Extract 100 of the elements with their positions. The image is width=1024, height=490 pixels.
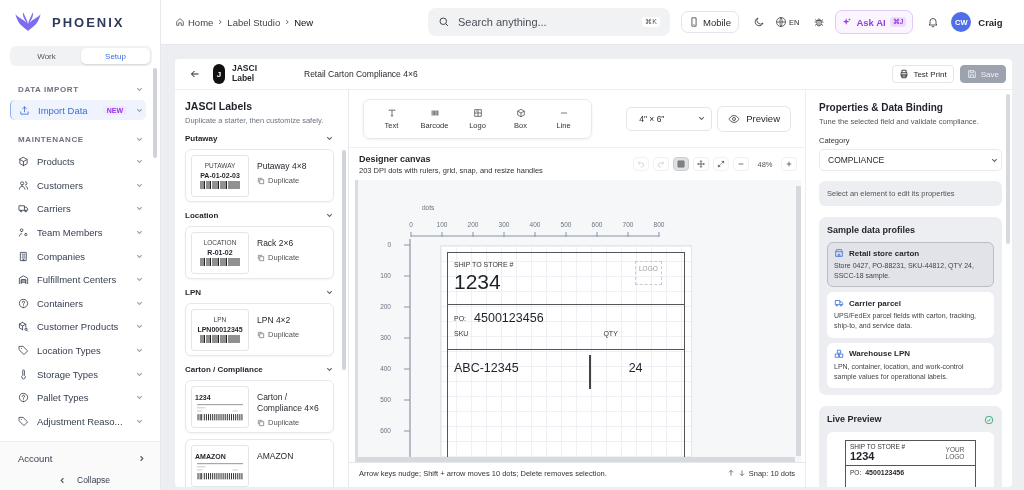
bug-icon[interactable]: [813, 16, 826, 28]
nav-label: Storage Types: [37, 368, 100, 380]
nav-item[interactable]: Adjustment Reaso...: [10, 409, 146, 434]
tag-icon: [18, 345, 29, 357]
redo-icon: [657, 160, 665, 168]
nav-item[interactable]: Fulfillment Centers: [10, 267, 146, 292]
printer-icon: [899, 69, 910, 79]
profile-name: Carrier parcel: [849, 298, 902, 308]
fit-button[interactable]: [713, 157, 729, 171]
app-name: JASCI Label: [232, 64, 259, 84]
scrollbar-thumb[interactable]: [796, 186, 801, 456]
template-name: Carton / Compliance 4×6: [257, 392, 320, 415]
upload-icon: [19, 104, 30, 116]
profile-name: Retail store carton: [849, 248, 920, 258]
arrow-up-icon: [726, 469, 735, 477]
template-name: Rack 2×6: [257, 238, 295, 250]
barcode-icon: [200, 334, 240, 343]
section-title: Sample data profiles: [827, 225, 917, 235]
test-print-button[interactable]: Test Print: [892, 65, 954, 83]
bell-icon[interactable]: [927, 16, 940, 28]
cube-icon: [18, 156, 29, 168]
group-heading: LPN: [185, 287, 201, 297]
document-title: Retail Carton Compliance 4×6: [304, 69, 418, 79]
barcode-icon: [197, 402, 243, 421]
barcode-icon: [200, 257, 240, 266]
copy-icon: [257, 330, 265, 339]
boxes-icon: [834, 348, 844, 359]
nav-item[interactable]: Carriers: [10, 197, 146, 221]
breadcrumb-link[interactable]: New: [294, 16, 314, 28]
chevron-right-icon: [137, 453, 146, 463]
group-heading: Putaway: [185, 133, 218, 143]
group-heading: Location: [185, 210, 219, 220]
breadcrumb-link[interactable]: Label Studio: [227, 16, 281, 28]
nav-item[interactable]: Location Types: [10, 338, 146, 363]
scrollbar-thumb[interactable]: [342, 150, 346, 370]
nav-label: Carriers: [37, 203, 72, 215]
grid-icon: [677, 160, 685, 168]
scrollbar-thumb[interactable]: [153, 68, 157, 158]
back-arrow-icon[interactable]: [189, 68, 201, 80]
breadcrumb-link[interactable]: Home: [188, 16, 214, 28]
warehouse-icon: [18, 274, 29, 286]
sidebar-tab[interactable]: Work: [12, 48, 81, 64]
size-select[interactable]: 4" × 6": [626, 106, 713, 131]
copy-icon: [257, 253, 265, 262]
quantity-value[interactable]: 24: [628, 361, 643, 375]
nav-label: Companies: [37, 250, 87, 262]
mobile-button[interactable]: Mobile: [681, 11, 739, 33]
zoom-out-button[interactable]: [733, 157, 749, 171]
nav-item[interactable]: Customers: [10, 173, 146, 198]
grid-toggle[interactable]: [673, 157, 689, 171]
nav-item[interactable]: Pallet Types: [10, 385, 146, 410]
cube-icon: [515, 107, 526, 118]
scrollbar-thumb[interactable]: [358, 457, 795, 462]
store-number[interactable]: 1234: [454, 270, 514, 294]
collapse-button[interactable]: Collapse: [58, 472, 111, 488]
expand-icon: [717, 160, 725, 168]
section-title: Live Preview: [827, 413, 882, 424]
app-badge: J: [213, 64, 225, 84]
undo-icon: [637, 160, 645, 168]
sidebar-tab[interactable]: Setup: [81, 48, 150, 64]
account-label: Account: [18, 452, 53, 464]
cubes-icon: [18, 321, 29, 333]
image-icon: [472, 107, 483, 118]
building-icon: [18, 250, 29, 262]
group-heading: Carton / Compliance: [185, 364, 263, 374]
copy-icon: [257, 418, 265, 427]
plus-icon: [785, 160, 793, 168]
nav-label: Import Data: [38, 104, 89, 116]
users-icon: [18, 179, 29, 191]
vertical-line[interactable]: [588, 355, 591, 389]
barcode-icon: [197, 461, 243, 480]
sku-value[interactable]: ABC-12345: [454, 361, 519, 375]
nav-label: Location Types: [37, 345, 102, 357]
section-heading: MAINTENANCE: [18, 134, 84, 144]
zoom-in-button[interactable]: [781, 157, 797, 171]
truck-icon: [18, 203, 29, 215]
nav-item[interactable]: Storage Types: [10, 362, 146, 386]
section-heading: DATA IMPORT: [18, 84, 79, 94]
nav-label: Team Members: [37, 227, 104, 239]
nav-item[interactable]: Containers: [10, 291, 146, 316]
move-button[interactable]: [693, 157, 709, 171]
nav-item[interactable]: Customer Products: [10, 315, 146, 339]
preview-button[interactable]: Preview: [717, 105, 791, 132]
nav-item[interactable]: Team Members: [10, 220, 146, 245]
nav-label: Customers: [37, 179, 84, 191]
nav-item[interactable]: Companies: [10, 244, 146, 268]
canvas-title: Designer canvas: [359, 153, 432, 164]
moon-icon[interactable]: [753, 16, 765, 28]
category-select[interactable]: COMPLIANCE: [819, 149, 1002, 171]
home-icon[interactable]: [175, 17, 185, 27]
scrollbar-thumb[interactable]: [1006, 94, 1010, 244]
template-name: Putaway 4×8: [257, 161, 307, 173]
chevron-right-icon: [216, 18, 225, 26]
chevron-right-icon: [283, 18, 292, 26]
chevron-down-icon: [697, 114, 707, 123]
po-number[interactable]: 4500123456: [474, 311, 544, 325]
nav-item[interactable]: Products: [10, 150, 146, 174]
template-name: AMAZON: [257, 451, 294, 463]
brand-name: PHOENIX: [52, 14, 125, 30]
account-link[interactable]: Account: [18, 450, 146, 466]
